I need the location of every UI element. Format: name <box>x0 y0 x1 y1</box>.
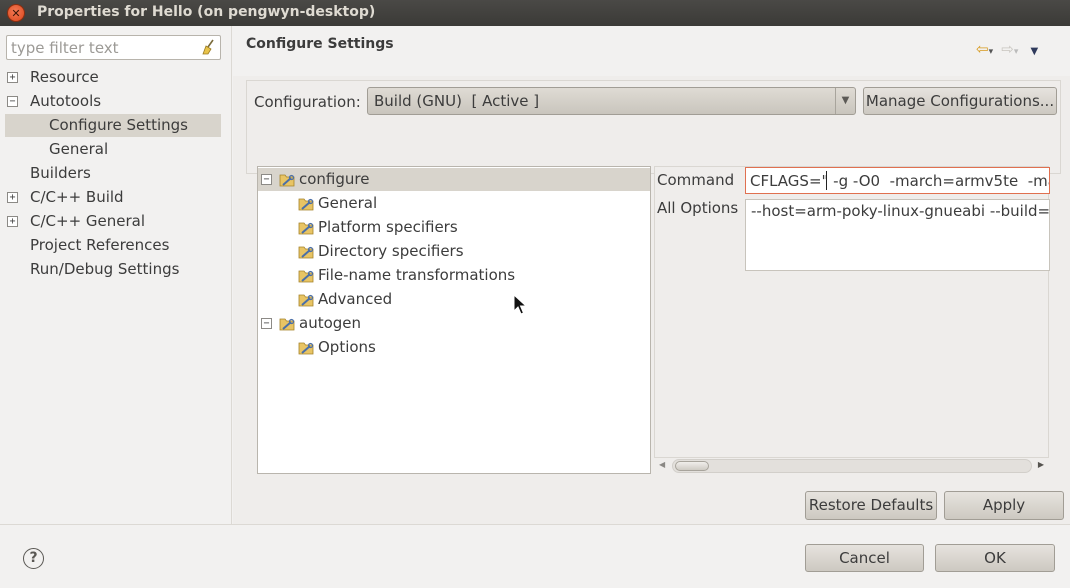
properties-page: Configure Settings ⇦▾ ⇨▾ ▼ Configuration… <box>233 26 1070 524</box>
tree-item-label: General <box>318 194 378 212</box>
sidebar-item-autotools[interactable]: − Autotools <box>0 90 232 113</box>
configuration-label: Configuration: <box>254 93 361 111</box>
tree-item-directory-specifiers[interactable]: Directory specifiers <box>258 240 650 263</box>
folder-wrench-icon <box>298 342 314 355</box>
sidebar-item-general[interactable]: General <box>0 138 232 161</box>
sidebar-item-label: Run/Debug Settings <box>30 260 180 278</box>
sidebar-item-project-references[interactable]: Project References <box>0 234 232 257</box>
sidebar-item-configure-settings[interactable]: Configure Settings <box>5 114 221 137</box>
tree-item-advanced[interactable]: Advanced <box>258 288 650 311</box>
text-caret <box>826 171 827 190</box>
sidebar-item-run-debug-settings[interactable]: Run/Debug Settings <box>0 258 232 281</box>
tree-item-platform-specifiers[interactable]: Platform specifiers <box>258 216 650 239</box>
scroll-left-icon[interactable]: ◀ <box>659 460 665 469</box>
dialog-button-bar: ? Cancel OK <box>0 524 1070 588</box>
collapse-icon[interactable]: − <box>261 174 272 185</box>
horizontal-scrollbar[interactable]: ◀ ▶ <box>654 458 1049 474</box>
folder-wrench-icon <box>298 222 314 235</box>
page-navigation: ⇦▾ ⇨▾ ▼ <box>976 40 1038 58</box>
sidebar: type filter text + Resource − Autotools … <box>0 26 232 524</box>
folder-wrench-icon <box>279 318 295 331</box>
tree-item-options[interactable]: Options <box>258 336 650 359</box>
command-value: CFLAGS=" -g -O0 -march=armv5te -mar <box>750 172 1050 190</box>
tree-item-label: Directory specifiers <box>318 242 464 260</box>
view-menu-icon[interactable]: ▼ <box>1031 46 1039 57</box>
collapse-icon[interactable]: − <box>261 318 272 329</box>
sidebar-item-label: Configure Settings <box>49 116 188 134</box>
back-arrow-icon[interactable]: ⇦ <box>976 40 989 58</box>
cancel-button[interactable]: Cancel <box>805 544 924 572</box>
folder-wrench-icon <box>298 294 314 307</box>
configuration-value: Build (GNU) [ Active ] <box>374 92 540 110</box>
tree-item-configure[interactable]: − configure <box>258 168 650 191</box>
folder-wrench-icon <box>298 270 314 283</box>
tree-item-file-name-transformations[interactable]: File-name transformations <box>258 264 650 287</box>
page-header: Configure Settings ⇦▾ ⇨▾ ▼ <box>233 26 1070 76</box>
tree-item-general[interactable]: General <box>258 192 650 215</box>
sidebar-item-label: C/C++ General <box>30 212 146 230</box>
tree-item-label: Advanced <box>318 290 393 308</box>
chevron-down-icon: ▼ <box>835 88 855 114</box>
forward-arrow-icon[interactable]: ⇨ <box>1001 40 1014 58</box>
tree-item-autogen[interactable]: − autogen <box>258 312 650 335</box>
configuration-select[interactable]: Build (GNU) [ Active ] ▼ <box>367 87 856 115</box>
sidebar-item-label: General <box>49 140 109 158</box>
mouse-pointer-icon <box>513 294 527 315</box>
back-dropdown-icon[interactable]: ▾ <box>989 47 994 57</box>
restore-defaults-button[interactable]: Restore Defaults <box>805 491 937 520</box>
page-title: Configure Settings <box>246 36 394 52</box>
settings-tree: − configure General Platform specifiers … <box>257 166 651 474</box>
all-options-label: All Options <box>657 199 739 217</box>
expand-icon[interactable]: + <box>7 192 18 203</box>
forward-dropdown-icon: ▾ <box>1013 47 1019 57</box>
filter-input[interactable]: type filter text <box>6 35 221 60</box>
sidebar-item-label: Resource <box>30 68 99 86</box>
options-panel: Command CFLAGS=" -g -O0 -march=armv5te -… <box>654 166 1050 458</box>
command-field[interactable]: CFLAGS=" -g -O0 -march=armv5te -mar <box>745 167 1050 194</box>
scroll-right-icon[interactable]: ▶ <box>1038 460 1044 469</box>
filter-placeholder: type filter text <box>11 39 119 57</box>
scrollbar-thumb[interactable] <box>675 461 709 471</box>
configuration-group: Configuration: Build (GNU) [ Active ] ▼ … <box>246 80 1061 174</box>
sidebar-item-label: Builders <box>30 164 91 182</box>
tree-item-label: Options <box>318 338 376 356</box>
expand-icon[interactable]: + <box>7 216 18 227</box>
expand-icon[interactable]: + <box>7 72 18 83</box>
window-title: Properties for Hello (on pengwyn-desktop… <box>37 4 376 20</box>
sidebar-item-builders[interactable]: Builders <box>0 162 232 185</box>
all-options-field[interactable]: --host=arm-poky-linux-gnueabi --build=i6 <box>745 199 1050 271</box>
clear-filter-icon[interactable] <box>200 39 216 55</box>
manage-configurations-button[interactable]: Manage Configurations... <box>863 87 1057 115</box>
window-close-button[interactable]: ✕ <box>7 4 25 22</box>
folder-wrench-icon <box>279 174 295 187</box>
command-label: Command <box>657 171 735 189</box>
window-titlebar: ✕ Properties for Hello (on pengwyn-deskt… <box>0 0 1070 26</box>
sidebar-item-cpp-general[interactable]: + C/C++ General <box>0 210 232 233</box>
sidebar-item-resource[interactable]: + Resource <box>0 66 232 89</box>
close-icon: ✕ <box>11 6 21 20</box>
sidebar-item-label: C/C++ Build <box>30 188 124 206</box>
collapse-icon[interactable]: − <box>7 96 18 107</box>
all-options-value: --host=arm-poky-linux-gnueabi --build=i6 <box>751 202 1050 220</box>
scrollbar-track[interactable] <box>672 459 1032 473</box>
sidebar-item-label: Autotools <box>30 92 102 110</box>
ok-button[interactable]: OK <box>935 544 1055 572</box>
sidebar-item-label: Project References <box>30 236 170 254</box>
apply-button[interactable]: Apply <box>944 491 1064 520</box>
sidebar-item-cpp-build[interactable]: + C/C++ Build <box>0 186 232 209</box>
tree-item-label: autogen <box>299 314 362 332</box>
help-icon[interactable]: ? <box>23 548 44 569</box>
tree-item-label: configure <box>299 170 370 188</box>
tree-item-label: Platform specifiers <box>318 218 458 236</box>
folder-wrench-icon <box>298 198 314 211</box>
tree-item-label: File-name transformations <box>318 266 516 284</box>
folder-wrench-icon <box>298 246 314 259</box>
